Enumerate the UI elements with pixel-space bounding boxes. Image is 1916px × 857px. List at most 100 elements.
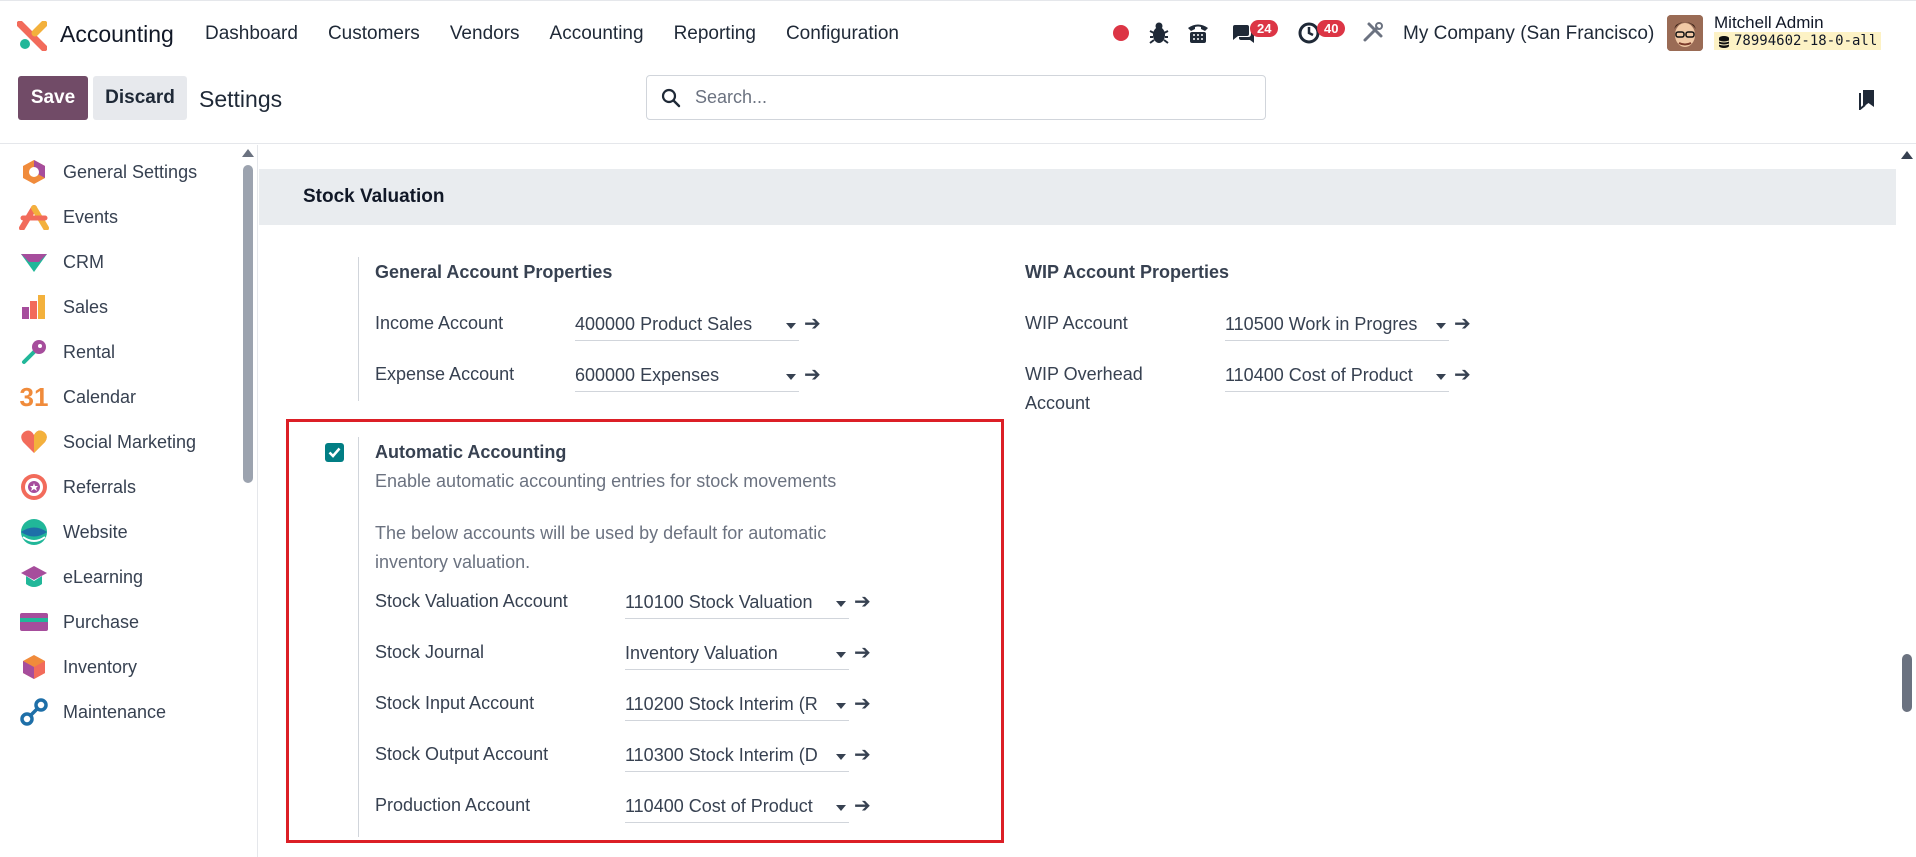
sidebar-item-crm[interactable]: CRM	[0, 242, 240, 282]
wip-overhead-account-label: WIP Overhead Account	[1025, 360, 1143, 418]
activities-badge: 40	[1317, 20, 1346, 37]
social-marketing-icon	[19, 427, 49, 457]
crm-icon	[19, 247, 49, 277]
referrals-icon	[19, 472, 49, 502]
chevron-down-icon[interactable]	[1436, 374, 1446, 380]
company-switcher[interactable]: My Company (San Francisco)	[1403, 23, 1654, 45]
arrow-right-icon[interactable]: ➔	[1454, 362, 1471, 387]
wip-overhead-label-line-2: Account	[1025, 393, 1091, 413]
sidebar-item-label: Rental	[63, 341, 116, 362]
search-input[interactable]	[695, 87, 1235, 108]
purchase-icon	[19, 607, 49, 637]
messages-badge: 24	[1250, 20, 1279, 37]
sidebar-item-label: Purchase	[63, 611, 140, 632]
activities-icon[interactable]: 40	[1297, 20, 1346, 45]
calendar-number: 31	[19, 381, 49, 412]
app-name[interactable]: Accounting	[60, 21, 174, 48]
wip-account-properties-title: WIP Account Properties	[1025, 262, 1230, 282]
website-icon	[19, 517, 49, 547]
menu-dashboard[interactable]: Dashboard	[205, 23, 298, 45]
save-button[interactable]: Save	[18, 76, 88, 120]
user-name[interactable]: Mitchell Admin	[1714, 13, 1824, 33]
sidebar-item-general-settings[interactable]: General Settings	[0, 152, 240, 192]
sidebar-item-label: Social Marketing	[63, 431, 197, 452]
sidebar-item-label: eLearning	[63, 566, 144, 587]
expense-account-label: Expense Account	[375, 364, 515, 384]
sales-icon	[19, 292, 49, 322]
sidebar-item-purchase[interactable]: Purchase	[0, 602, 240, 642]
tools-icon[interactable]	[1362, 21, 1384, 43]
sidebar-item-calendar[interactable]: 31 Calendar	[0, 377, 240, 417]
search-icon	[661, 88, 681, 107]
sidebar-scrollbar[interactable]	[243, 165, 253, 483]
income-account-value: 400000 Product Sales	[575, 314, 753, 334]
recording-dot-icon[interactable]	[1113, 25, 1129, 41]
sidebar-item-rental[interactable]: Rental	[0, 332, 240, 372]
wip-account-label: WIP Account	[1025, 313, 1128, 333]
bookmark-icon[interactable]	[1857, 88, 1877, 115]
user-avatar[interactable]	[1667, 15, 1703, 51]
sidebar-item-label: Inventory	[63, 656, 138, 677]
income-account-label: Income Account	[375, 313, 504, 333]
bug-icon[interactable]	[1148, 21, 1170, 45]
chevron-down-icon[interactable]	[786, 323, 796, 329]
expense-account-value: 600000 Expenses	[575, 365, 720, 385]
sidebar-item-label: Calendar	[63, 386, 137, 407]
sidebar-item-elearning[interactable]: eLearning	[0, 557, 240, 597]
settings-content: Stock Valuation General Account Properti…	[259, 145, 1916, 857]
database-name: 78994602-18-0-all	[1734, 33, 1878, 49]
menu-accounting[interactable]: Accounting	[550, 23, 644, 45]
general-account-properties-title: General Account Properties	[375, 262, 613, 282]
income-account-field[interactable]: 400000 Product Sales	[575, 309, 799, 341]
phone-icon[interactable]	[1186, 21, 1210, 45]
accounting-app-icon[interactable]	[16, 20, 48, 52]
arrow-right-icon[interactable]: ➔	[1454, 311, 1471, 336]
general-settings-icon	[19, 157, 49, 187]
settings-sidebar: General Settings Events CRM Sales Rental…	[0, 145, 258, 857]
highlight-box	[286, 419, 1004, 843]
sidebar-item-sales[interactable]: Sales	[0, 287, 240, 327]
messages-icon[interactable]: 24	[1230, 20, 1279, 45]
database-tag: 78994602-18-0-all	[1714, 32, 1882, 50]
sidebar-item-label: Sales	[63, 296, 109, 317]
section-title-stock-valuation: Stock Valuation	[259, 169, 1896, 225]
sidebar-item-events[interactable]: Events	[0, 197, 240, 237]
sidebar-item-website[interactable]: Website	[0, 512, 240, 552]
elearning-icon	[19, 562, 49, 592]
sidebar-item-social-marketing[interactable]: Social Marketing	[0, 422, 240, 462]
setting-divider	[358, 257, 359, 401]
wip-overhead-account-value: 110400 Cost of Product	[1225, 365, 1413, 385]
sidebar-item-label: CRM	[63, 251, 104, 272]
chevron-down-icon[interactable]	[1436, 323, 1446, 329]
menu-customers[interactable]: Customers	[328, 23, 420, 45]
sidebar-item-label: General Settings	[63, 161, 198, 182]
chevron-down-icon[interactable]	[786, 374, 796, 380]
wip-account-value: 110500 Work in Progres	[1225, 314, 1418, 334]
calendar-icon: 31	[19, 382, 49, 412]
search-bar[interactable]	[646, 75, 1266, 120]
control-panel: Save Discard Settings	[0, 66, 1916, 144]
main-menu: Dashboard Customers Vendors Accounting R…	[205, 23, 899, 45]
maintenance-icon	[19, 697, 49, 727]
menu-reporting[interactable]: Reporting	[674, 23, 756, 45]
wip-overhead-account-field[interactable]: 110400 Cost of Product	[1225, 360, 1449, 392]
sidebar-item-label: Maintenance	[63, 701, 167, 722]
events-icon	[19, 202, 49, 232]
wip-overhead-label-line-1: WIP Overhead	[1025, 364, 1143, 384]
rental-icon	[19, 337, 49, 367]
content-scroll-up-icon[interactable]	[1901, 151, 1913, 159]
arrow-right-icon[interactable]: ➔	[804, 311, 821, 336]
sidebar-item-inventory[interactable]: Inventory	[0, 647, 240, 687]
wip-account-field[interactable]: 110500 Work in Progres	[1225, 309, 1449, 341]
arrow-right-icon[interactable]: ➔	[804, 362, 821, 387]
top-navbar: Accounting Dashboard Customers Vendors A…	[0, 0, 1916, 66]
menu-configuration[interactable]: Configuration	[786, 23, 899, 45]
discard-button[interactable]: Discard	[93, 76, 187, 120]
expense-account-field[interactable]: 600000 Expenses	[575, 360, 799, 392]
sidebar-item-maintenance[interactable]: Maintenance	[0, 692, 240, 732]
content-scrollbar[interactable]	[1902, 654, 1912, 712]
menu-vendors[interactable]: Vendors	[450, 23, 520, 45]
sidebar-item-referrals[interactable]: Referrals	[0, 467, 240, 507]
sidebar-item-label: Events	[63, 206, 119, 227]
sidebar-scroll-up-icon[interactable]	[242, 149, 254, 157]
